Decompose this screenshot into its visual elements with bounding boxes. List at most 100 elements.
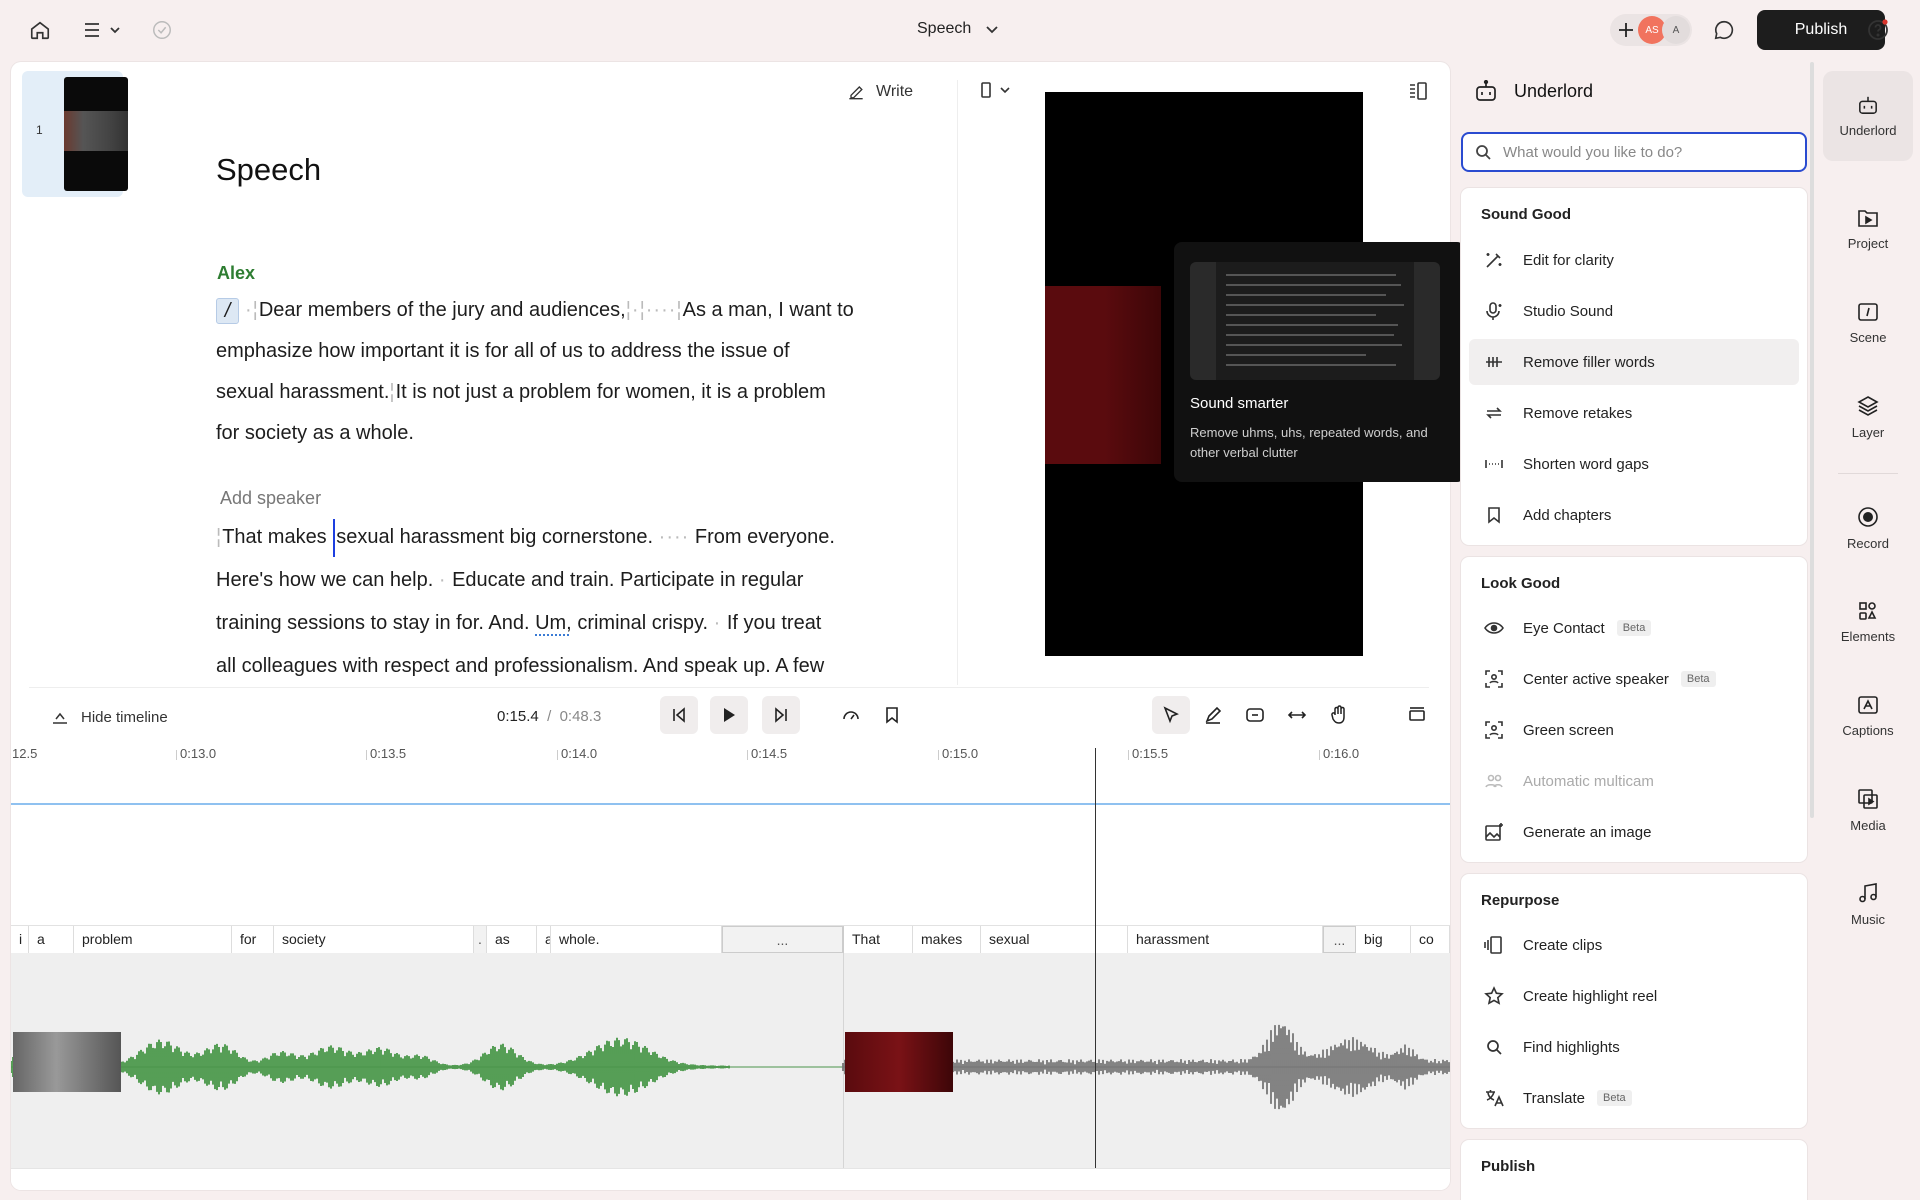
filler-word[interactable]: Um,: [535, 612, 572, 634]
rail-underlord[interactable]: Underlord: [1823, 71, 1913, 161]
word-chip[interactable]: society: [274, 926, 474, 953]
word-gap-chip[interactable]: ...: [1323, 926, 1356, 953]
script-text[interactable]: criminal crispy.: [577, 612, 708, 634]
rail-layer[interactable]: Layer: [1823, 372, 1913, 462]
word-chip[interactable]: for: [232, 926, 274, 953]
underlord-search[interactable]: [1461, 132, 1807, 172]
rail-elements[interactable]: Elements: [1823, 577, 1913, 667]
skip-back-button[interactable]: [660, 696, 698, 734]
rail-project[interactable]: Project: [1823, 184, 1913, 274]
word-chip[interactable]: makes: [913, 926, 981, 953]
trim-tool-button[interactable]: [1236, 696, 1274, 734]
word-chip[interactable]: i: [11, 926, 29, 953]
script-title[interactable]: Speech: [216, 152, 321, 188]
shorten-word-gaps-item[interactable]: Shorten word gaps: [1469, 441, 1799, 487]
playhead[interactable]: [1095, 748, 1096, 1168]
translate-item[interactable]: Translate Beta: [1469, 1075, 1799, 1121]
script-paragraph[interactable]: / ·¦Dear members of the jury and audience…: [216, 290, 896, 454]
draw-tool-button[interactable]: [1194, 696, 1232, 734]
word-chip[interactable]: That: [843, 926, 913, 953]
select-tool-button[interactable]: [1152, 696, 1190, 734]
script-text[interactable]: If you treat: [727, 612, 822, 634]
script-text[interactable]: sexual harassment big cornerstone.: [336, 526, 653, 548]
add-chapters-item[interactable]: Add chapters: [1469, 492, 1799, 538]
script-text[interactable]: all colleagues with respect and professi…: [216, 645, 896, 688]
edit-for-clarity-item[interactable]: Edit for clarity: [1469, 237, 1799, 283]
rail-captions[interactable]: Captions: [1823, 671, 1913, 761]
hide-timeline-button[interactable]: Hide timeline: [51, 708, 168, 726]
skip-forward-button[interactable]: [762, 696, 800, 734]
word-chip[interactable]: co: [1411, 926, 1450, 953]
script-text[interactable]: sexual harassment.: [216, 381, 389, 403]
script-text[interactable]: Here's how we can help.: [216, 569, 433, 591]
write-button[interactable]: Write: [846, 82, 913, 102]
collaborators-pill[interactable]: AS A: [1610, 14, 1692, 46]
script-text[interactable]: As a man, I want to: [683, 299, 854, 321]
hand-tool-button[interactable]: [1320, 696, 1358, 734]
comments-icon[interactable]: [1712, 18, 1736, 42]
home-icon[interactable]: [28, 18, 52, 42]
find-highlights-item[interactable]: Find highlights: [1469, 1024, 1799, 1070]
script-text[interactable]: From everyone.: [695, 526, 835, 548]
create-highlight-reel-item[interactable]: Create highlight reel: [1469, 973, 1799, 1019]
saved-check-icon: [150, 18, 174, 42]
stretch-tool-button[interactable]: [1278, 696, 1316, 734]
word-chip[interactable]: big: [1356, 926, 1411, 953]
section-title: Publish: [1481, 1158, 1536, 1175]
timeline-layout-button[interactable]: [1398, 696, 1436, 734]
audio-waveform[interactable]: [11, 1002, 1450, 1132]
word-chip[interactable]: as: [487, 926, 537, 953]
generate-image-item[interactable]: Generate an image: [1469, 809, 1799, 855]
word-chip[interactable]: whole.: [551, 926, 722, 953]
word-chip[interactable]: sexual: [981, 926, 1128, 953]
script-text[interactable]: for society as a whole.: [216, 413, 896, 454]
search-input[interactable]: [1503, 143, 1793, 161]
script-paragraph[interactable]: ¦That makes sexual harassment big corner…: [216, 516, 896, 688]
word-gap-chip[interactable]: ...: [722, 926, 843, 953]
word-chip[interactable]: a: [537, 926, 551, 953]
remove-filler-words-item[interactable]: Remove filler words: [1469, 339, 1799, 385]
create-clips-item[interactable]: Create clips: [1469, 922, 1799, 968]
clips-icon: [1483, 934, 1505, 956]
add-collaborator-icon[interactable]: [1614, 18, 1638, 42]
studio-sound-item[interactable]: Studio Sound: [1469, 288, 1799, 334]
playback-speed-button[interactable]: [832, 696, 870, 734]
help-icon[interactable]: [1866, 18, 1890, 42]
rail-scene[interactable]: Scene: [1823, 278, 1913, 368]
timeline-scrollbar[interactable]: [11, 1168, 1450, 1190]
add-speaker-button[interactable]: Add speaker: [220, 488, 321, 509]
script-text[interactable]: emphasize how important it is for all of…: [216, 331, 896, 372]
rail-record[interactable]: Record: [1823, 483, 1913, 573]
rail-media[interactable]: Media: [1823, 765, 1913, 855]
remove-retakes-item[interactable]: Remove retakes: [1469, 390, 1799, 436]
scene-track-line[interactable]: [11, 803, 1450, 805]
panel-scrollbar[interactable]: [1810, 62, 1814, 818]
word-chip[interactable]: a: [29, 926, 74, 953]
avatar[interactable]: A: [1662, 16, 1690, 44]
toggle-panel-icon[interactable]: [1408, 82, 1428, 100]
scene-cursor-marker[interactable]: /: [216, 297, 239, 324]
play-button[interactable]: [710, 696, 748, 734]
script-text[interactable]: Dear members of the jury and audiences,: [259, 299, 626, 321]
bookmark-button[interactable]: [873, 696, 911, 734]
timeline-ruler[interactable]: 12.5 0:13.0 0:13.5 0:14.0 0:14.5 0:15.0 …: [11, 746, 1450, 772]
layout-icon: [1409, 707, 1425, 721]
scene-thumbnail[interactable]: 1: [22, 71, 128, 197]
menu-icon[interactable]: [82, 18, 124, 42]
center-active-speaker-item[interactable]: Center active speaker Beta: [1469, 656, 1799, 702]
word-gap-chip[interactable]: .: [474, 926, 487, 953]
script-text[interactable]: It is not just a problem for women, it i…: [396, 381, 826, 403]
script-text[interactable]: training sessions to stay in for. And.: [216, 612, 530, 634]
rail-music[interactable]: Music: [1823, 859, 1913, 949]
green-screen-item[interactable]: Green screen: [1469, 707, 1799, 753]
speaker-label[interactable]: Alex: [217, 263, 255, 284]
script-text[interactable]: Educate and train. Participate in regula…: [452, 569, 803, 591]
record-icon: [1858, 506, 1878, 527]
eye-contact-item[interactable]: Eye Contact Beta: [1469, 605, 1799, 651]
word-chip[interactable]: problem: [74, 926, 232, 953]
word-chip[interactable]: harassment: [1128, 926, 1323, 953]
document-title-dropdown[interactable]: Speech: [917, 20, 999, 38]
section-publish: Publish: [1461, 1140, 1807, 1200]
aspect-ratio-dropdown[interactable]: [981, 82, 1011, 98]
script-text[interactable]: That makes: [222, 526, 326, 548]
